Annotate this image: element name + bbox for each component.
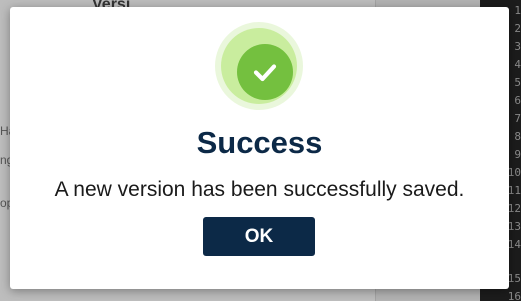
- dialog-title: Success: [196, 125, 323, 160]
- line-number: 7: [514, 112, 521, 125]
- line-number: 9: [514, 148, 521, 161]
- success-icon-halo: [215, 22, 303, 110]
- line-number: 2: [514, 22, 521, 35]
- line-number: 4: [514, 58, 521, 71]
- line-number: 3: [514, 40, 521, 53]
- dialog-message: A new version has been successfully save…: [54, 178, 465, 201]
- line-number: 1: [514, 4, 521, 17]
- line-number: 16: [507, 290, 521, 301]
- check-circle-icon: [237, 44, 293, 100]
- line-number: 14: [507, 238, 521, 251]
- line-number: 8: [514, 130, 521, 143]
- line-number: 5: [514, 76, 521, 89]
- line-number: 6: [514, 94, 521, 107]
- success-dialog: Success A new version has been successfu…: [10, 7, 509, 289]
- success-icon-ring: [221, 28, 297, 104]
- checkmark-icon: [253, 64, 277, 82]
- line-number: 10: [507, 166, 521, 179]
- line-number: 15: [507, 272, 521, 285]
- line-number: 11: [507, 184, 521, 197]
- ok-button[interactable]: OK: [203, 217, 315, 256]
- line-number: 13: [507, 220, 521, 233]
- line-number: 12: [507, 202, 521, 215]
